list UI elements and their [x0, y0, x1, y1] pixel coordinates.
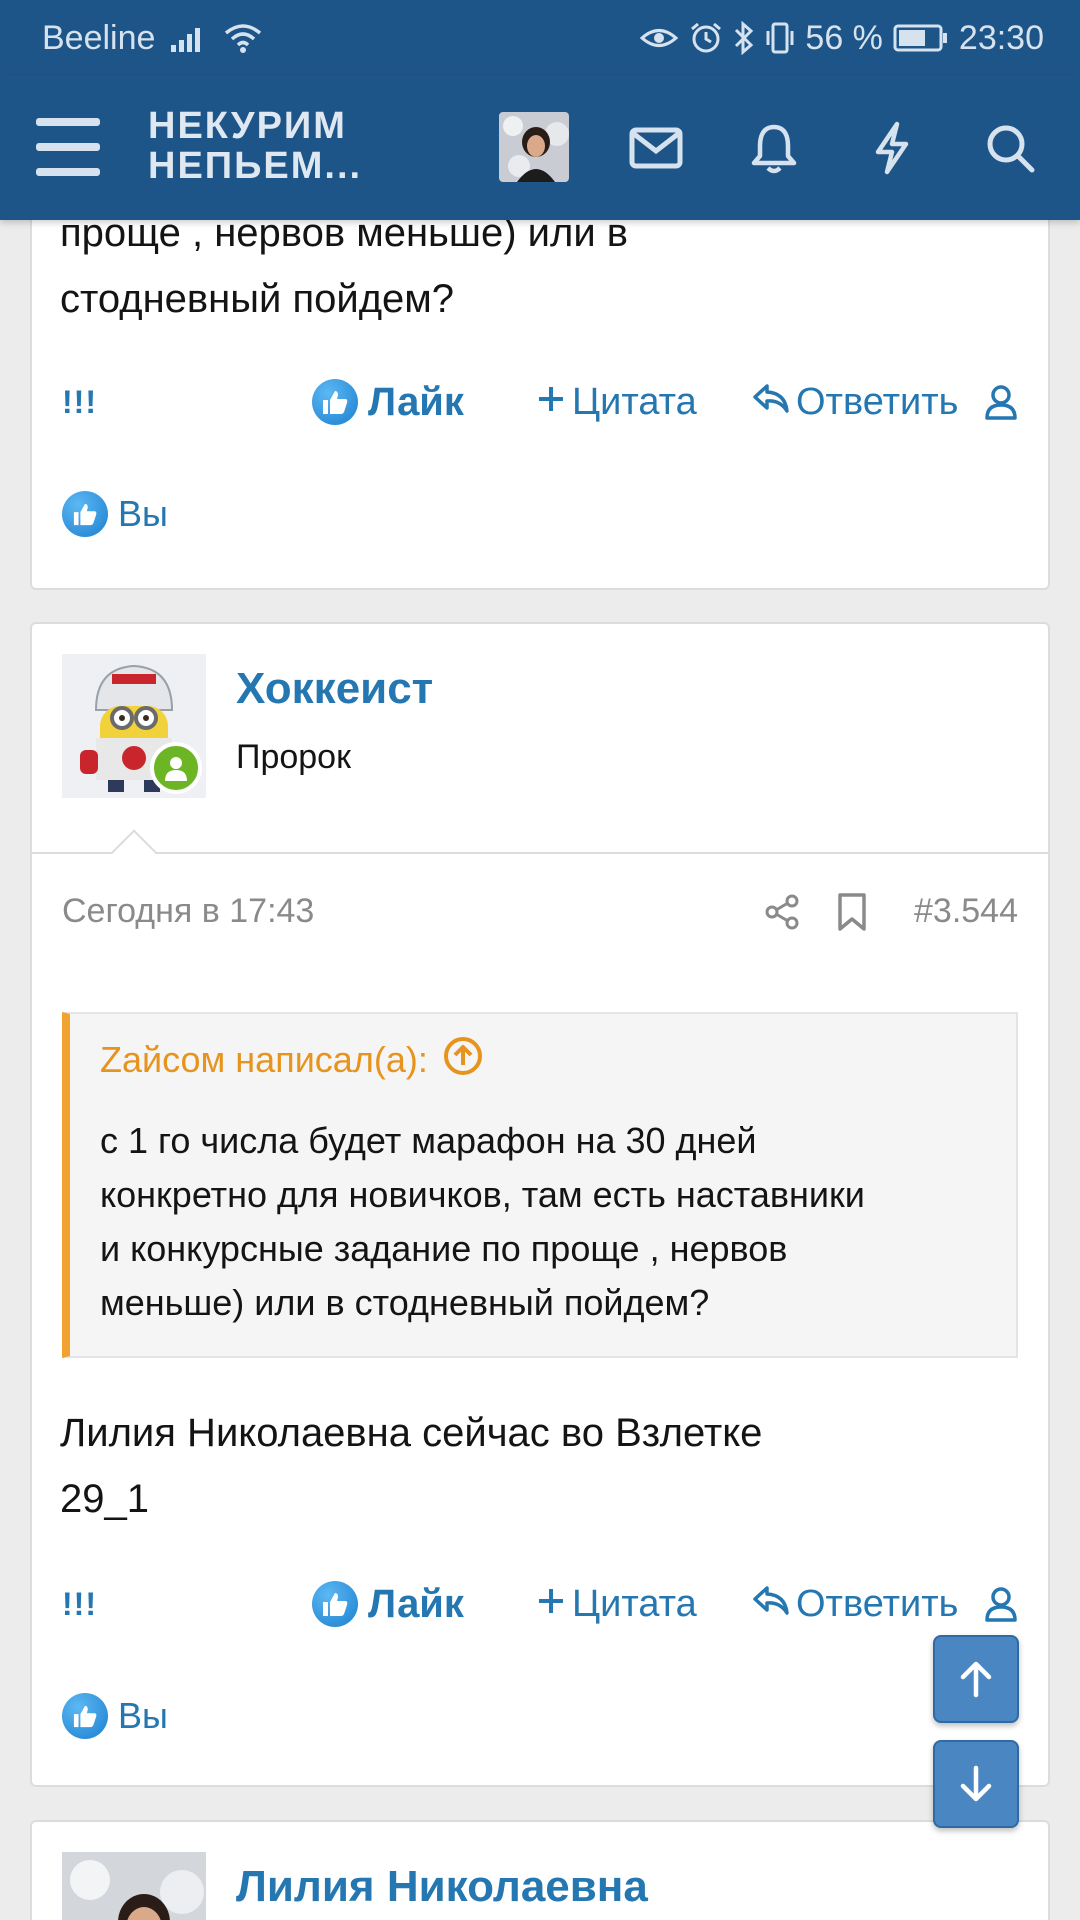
app-screen: Beeline 56 % 23:30 НЕКУРИМ НЕПЬЕМ... про…: [0, 0, 1080, 1920]
like-icon: [62, 491, 108, 537]
post-text-line: 29_1: [60, 1477, 149, 1521]
post-username[interactable]: Лилия Николаевна: [236, 1862, 648, 1912]
post-card: Хоккеист Пророк Сегодня в 17:43 #3.544 Z…: [30, 622, 1050, 1787]
quote-block: Zайсом написал(а): с 1 го числа будет ма…: [62, 1012, 1018, 1358]
vibrate-icon: [765, 21, 795, 55]
scroll-top-button[interactable]: [933, 1635, 1019, 1723]
like-label: Лайк: [368, 1581, 464, 1626]
status-left: Beeline: [42, 19, 263, 58]
post-card-previous: проще , нервов меньше) или в стодневный …: [30, 160, 1050, 590]
post-text-line: Лилия Николаевна сейчас во Взлетке: [60, 1411, 763, 1455]
post-actions: !!! Лайк Цитата Ответить: [62, 372, 1018, 432]
report-button[interactable]: !!!: [62, 1574, 97, 1634]
quote-label: Цитата: [572, 1582, 697, 1625]
post-card-next: Лилия Николаевна: [30, 1820, 1050, 1920]
plus-icon: [536, 1583, 566, 1626]
quote-label: Цитата: [572, 380, 697, 423]
reply-button[interactable]: Ответить: [752, 1574, 958, 1634]
account-avatar[interactable]: [499, 112, 569, 182]
arrow-up-circle-icon: [442, 1035, 484, 1086]
bell-icon[interactable]: [744, 118, 804, 178]
arrow-up-icon: [960, 1661, 992, 1698]
battery-percent: 56 %: [805, 18, 883, 57]
quote-line: и конкурсные задание по проще , нервов: [100, 1228, 788, 1269]
like-icon: [62, 1693, 108, 1739]
likes-label[interactable]: Вы: [118, 493, 168, 535]
post-text-line: стодневный пойдем?: [60, 277, 455, 321]
arrow-down-icon: [960, 1765, 992, 1802]
quote-text: с 1 го числа будет марафон на 30 дней ко…: [70, 1106, 1016, 1352]
quote-button[interactable]: Цитата: [536, 1574, 697, 1634]
site-title-line1: НЕКУРИМ: [148, 105, 347, 147]
site-title[interactable]: НЕКУРИМ НЕПЬЕМ...: [148, 106, 408, 186]
reply-icon: [752, 381, 790, 424]
menu-icon[interactable]: [36, 118, 100, 176]
post-actions: !!! Лайк Цитата Ответить: [62, 1574, 1018, 1634]
reply-icon: [752, 1583, 790, 1626]
app-header: НЕКУРИМ НЕПЬЕМ...: [0, 76, 1080, 220]
report-button[interactable]: !!!: [62, 372, 97, 432]
online-status-icon: [150, 742, 202, 794]
mail-icon[interactable]: [626, 118, 686, 178]
user-icon[interactable]: [978, 372, 1018, 432]
post-date[interactable]: Сегодня в 17:43: [62, 892, 314, 931]
like-icon: [312, 1581, 358, 1627]
carrier-name: Beeline: [42, 18, 156, 57]
reply-label: Ответить: [796, 1582, 959, 1625]
bolt-icon[interactable]: [862, 118, 922, 178]
quote-author[interactable]: Zайсом написал(а):: [70, 1014, 1016, 1106]
likes-summary: Вы: [62, 1690, 168, 1742]
wifi-icon: [223, 21, 263, 55]
quote-button[interactable]: Цитата: [536, 372, 697, 432]
header-divider: [32, 852, 1048, 854]
eye-icon: [639, 23, 679, 53]
like-label: Лайк: [368, 379, 464, 424]
battery-icon: [893, 23, 949, 53]
quote-line: меньше) или в стодневный пойдем?: [100, 1282, 710, 1323]
like-button[interactable]: Лайк: [312, 1574, 464, 1634]
quote-line: с 1 го числа будет марафон на 30 дней: [100, 1120, 757, 1161]
post-user-title: Пророк: [236, 738, 351, 776]
bookmark-icon[interactable]: [828, 888, 876, 936]
post-number[interactable]: #3.544: [914, 892, 1018, 931]
scroll-bottom-button[interactable]: [933, 1740, 1019, 1828]
likes-label[interactable]: Вы: [118, 1695, 168, 1737]
reply-label: Ответить: [796, 380, 959, 423]
search-icon[interactable]: [980, 118, 1040, 178]
alarm-icon: [689, 21, 723, 55]
bluetooth-icon: [733, 21, 755, 55]
status-right: 56 % 23:30: [639, 19, 1044, 58]
header-divider-arrow: [111, 829, 157, 875]
status-bar: Beeline 56 % 23:30: [0, 0, 1080, 76]
clock: 23:30: [958, 18, 1044, 57]
post-username[interactable]: Хоккеист: [236, 664, 433, 714]
quote-author-label: Zайсом написал(а):: [100, 1039, 428, 1080]
user-icon[interactable]: [978, 1574, 1018, 1634]
user-avatar[interactable]: [62, 1852, 206, 1920]
like-icon: [312, 379, 358, 425]
like-button[interactable]: Лайк: [312, 372, 464, 432]
share-icon[interactable]: [758, 888, 806, 936]
likes-summary: Вы: [62, 488, 168, 540]
plus-icon: [536, 381, 566, 424]
quote-line: конкретно для новичков, там есть наставн…: [100, 1174, 865, 1215]
reply-button[interactable]: Ответить: [752, 372, 958, 432]
site-title-line2: НЕПЬЕМ...: [148, 145, 363, 187]
signal-icon: [169, 23, 209, 53]
